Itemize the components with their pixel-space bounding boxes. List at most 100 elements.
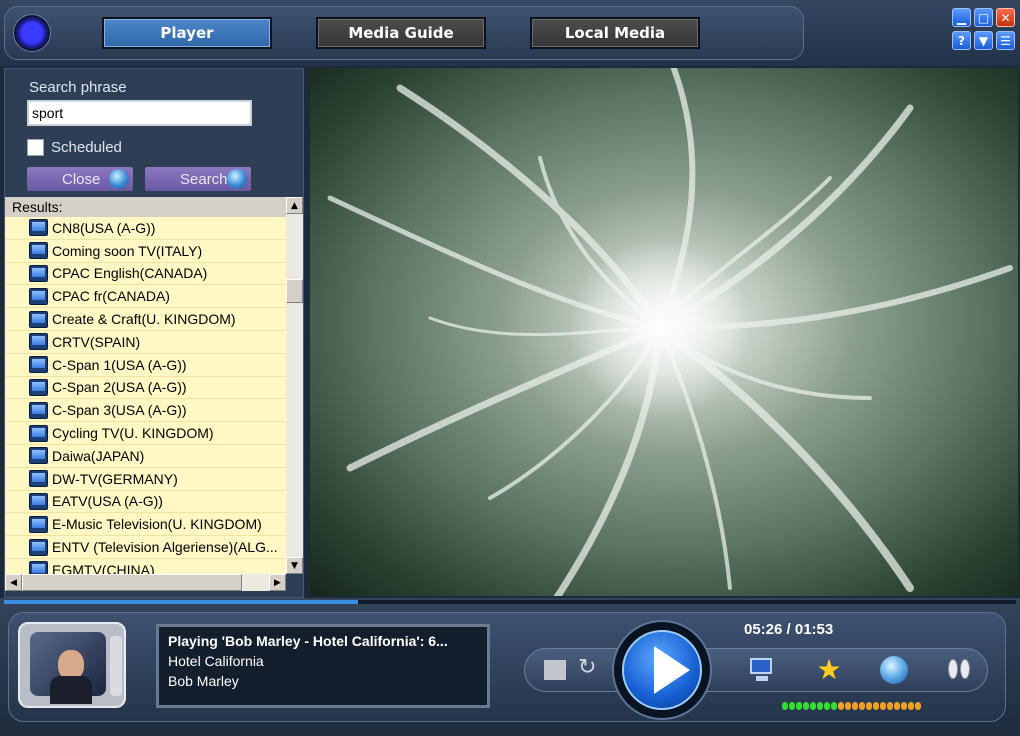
level-meter-dot [852,702,858,710]
list-item[interactable]: ENTV (Television Algeriense)(ALG... [5,536,286,559]
scroll-down-icon[interactable]: ▼ [286,557,303,574]
level-meter-dot [845,702,851,710]
list-item[interactable]: EGMTV(CHINA) [5,559,286,574]
level-meter-dot [880,702,886,710]
list-item-label: C-Span 2(USA (A-G)) [52,379,187,396]
list-item-label: DW-TV(GERMANY) [52,470,178,487]
list-item[interactable]: CN8(USA (A-G)) [5,217,286,240]
visualizer-swirl [327,68,1013,596]
maximize-icon[interactable]: □ [974,8,993,27]
volume-level-meter[interactable] [782,702,921,710]
help-icon[interactable]: ? [952,31,971,50]
list-item-label: Coming soon TV(ITALY) [52,242,203,259]
level-meter-dot [838,702,844,710]
list-item[interactable]: EATV(USA (A-G)) [5,491,286,514]
results-header: Results: [5,197,286,217]
app-logo-orb[interactable] [13,14,51,52]
tv-icon [29,401,48,419]
scheduled-label: Scheduled [51,139,122,156]
tv-side-panel [110,636,122,696]
tv-icon [29,492,48,510]
list-item[interactable]: C-Span 3(USA (A-G)) [5,399,286,423]
close-button[interactable]: Close [27,167,133,191]
level-meter-dot [901,702,907,710]
top-bar: Player Media Guide Local Media ▁ □ ✕ ? ▼… [0,0,1020,66]
list-item[interactable]: CPAC English(CANADA) [5,263,286,286]
tv-icon [29,287,48,305]
list-item-label: ENTV (Television Algeriense)(ALG... [52,539,278,556]
level-meter-dot [887,702,893,710]
tv-icon [29,219,48,237]
scroll-up-icon[interactable]: ▲ [286,197,303,214]
tab-local-media[interactable]: Local Media [530,17,700,49]
level-meter-dot [803,702,809,710]
scroll-right-icon[interactable]: ▶ [269,574,286,591]
level-meter-dot [817,702,823,710]
scrollbar-thumb[interactable] [286,279,303,303]
list-item[interactable]: E-Music Television(U. KINGDOM) [5,513,286,537]
hscrollbar-thumb[interactable] [22,574,242,591]
list-item-label: E-Music Television(U. KINGDOM) [52,516,262,533]
video-display[interactable] [310,68,1018,596]
search-button[interactable]: Search [145,167,251,191]
search-phrase-label: Search phrase [29,79,127,96]
list-item-label: Daiwa(JAPAN) [52,447,145,464]
footprints-icon[interactable] [946,656,974,684]
tv-icon [29,515,48,533]
scroll-left-icon[interactable]: ◀ [5,574,22,591]
monitor-icon[interactable] [748,656,776,684]
list-item[interactable]: C-Span 2(USA (A-G)) [5,377,286,400]
close-icon[interactable]: ✕ [996,8,1015,27]
level-meter-dot [859,702,865,710]
list-item-label: CN8(USA (A-G)) [52,219,156,236]
tab-media-guide[interactable]: Media Guide [316,17,486,49]
play-icon[interactable] [654,646,690,694]
list-item-label: CPAC fr(CANADA) [52,288,170,305]
tab-player[interactable]: Player [102,17,272,49]
presenter-suit [50,676,92,704]
level-meter-dot [908,702,914,710]
list-item-label: C-Span 3(USA (A-G)) [52,402,187,419]
level-meter-dot [866,702,872,710]
seek-bar[interactable] [4,600,1016,604]
list-item-label: CPAC English(CANADA) [52,265,208,282]
list-item-label: EATV(USA (A-G)) [52,493,163,510]
level-meter-dot [824,702,830,710]
list-item[interactable]: C-Span 1(USA (A-G)) [5,354,286,377]
list-item-label: Create & Craft(U. KINGDOM) [52,311,236,328]
stop-icon[interactable] [544,660,566,680]
list-item[interactable]: Create & Craft(U. KINGDOM) [5,308,286,331]
globe-icon[interactable] [880,656,908,684]
level-meter-dot [796,702,802,710]
search-input[interactable] [27,100,252,126]
list-item[interactable]: DW-TV(GERMANY) [5,468,286,491]
list-item-label: Cycling TV(U. KINGDOM) [52,425,214,442]
results-horizontal-scrollbar[interactable]: ◀ ▶ [5,574,286,591]
menu-icon[interactable]: ☰ [996,31,1015,50]
list-item[interactable]: CRTV(SPAIN) [5,331,286,354]
tv-icon [29,447,48,465]
minimize-icon[interactable]: ▁ [952,8,971,27]
channel-thumbnail [18,622,126,708]
tv-icon [29,561,48,574]
time-readout: 05:26 / 01:53 [744,621,834,638]
star-icon[interactable]: ★ [815,656,843,684]
scheduled-checkbox[interactable] [27,139,44,156]
results-vertical-scrollbar[interactable]: ▲ ▼ [286,197,303,574]
tv-icon [29,356,48,374]
level-meter-dot [782,702,788,710]
repeat-icon[interactable]: ↻ [578,655,596,680]
list-item[interactable]: CPAC fr(CANADA) [5,285,286,309]
dropdown-icon[interactable]: ▼ [974,31,993,50]
list-item[interactable]: Daiwa(JAPAN) [5,445,286,468]
level-meter-dot [831,702,837,710]
tv-icon [29,333,48,351]
list-item[interactable]: Cycling TV(U. KINGDOM) [5,422,286,445]
now-playing-artist: Bob Marley [168,673,239,689]
list-item-label: CRTV(SPAIN) [52,333,141,350]
results-list[interactable]: CN8(USA (A-G)) Coming soon TV(ITALY) CPAC … [5,217,286,574]
globe-icon [227,169,247,189]
now-playing-info: Playing 'Bob Marley - Hotel California':… [156,624,490,708]
list-item[interactable]: Coming soon TV(ITALY) [5,240,286,263]
close-button-label: Close [62,170,101,188]
